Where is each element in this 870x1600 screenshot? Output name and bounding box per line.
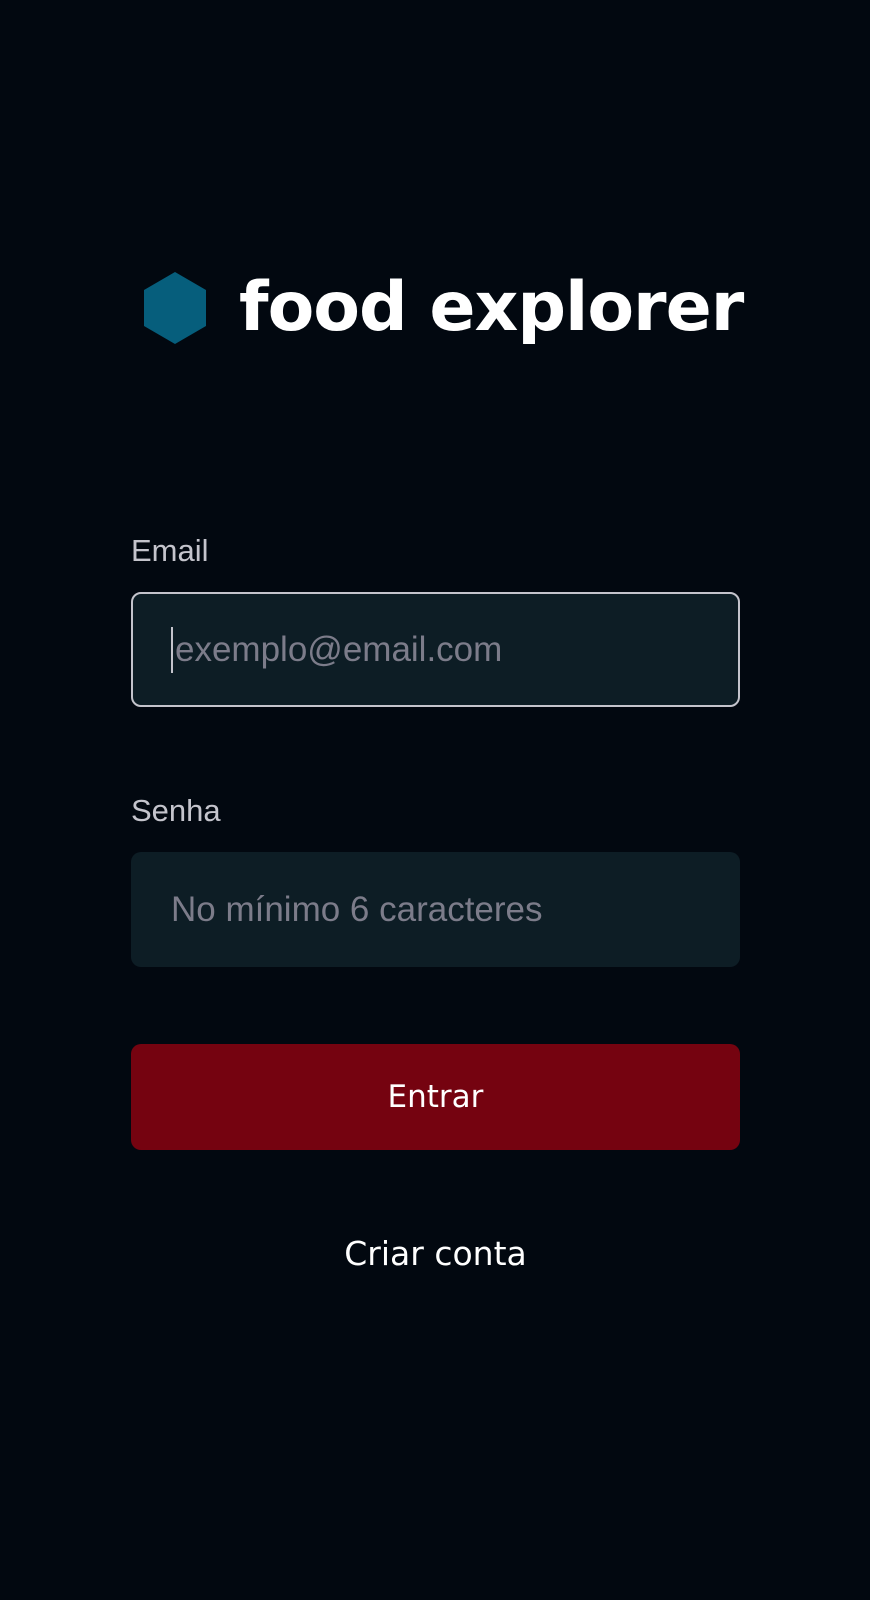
hexagon-icon [143, 272, 207, 344]
login-form: Email Senha Entrar Criar conta [131, 535, 740, 1273]
create-account-link[interactable]: Criar conta [131, 1234, 740, 1273]
brand-logo: food explorer [143, 268, 744, 347]
email-label: Email [131, 533, 209, 568]
password-input-box[interactable] [131, 852, 740, 967]
email-input[interactable] [175, 629, 695, 670]
email-input-box[interactable] [131, 592, 740, 707]
password-field-group: Senha [131, 795, 740, 967]
text-caret [171, 626, 173, 673]
login-button[interactable]: Entrar [131, 1044, 740, 1150]
email-field-group: Email [131, 535, 740, 707]
brand-name: food explorer [239, 268, 744, 347]
password-label: Senha [131, 793, 221, 828]
password-input[interactable] [171, 889, 691, 930]
